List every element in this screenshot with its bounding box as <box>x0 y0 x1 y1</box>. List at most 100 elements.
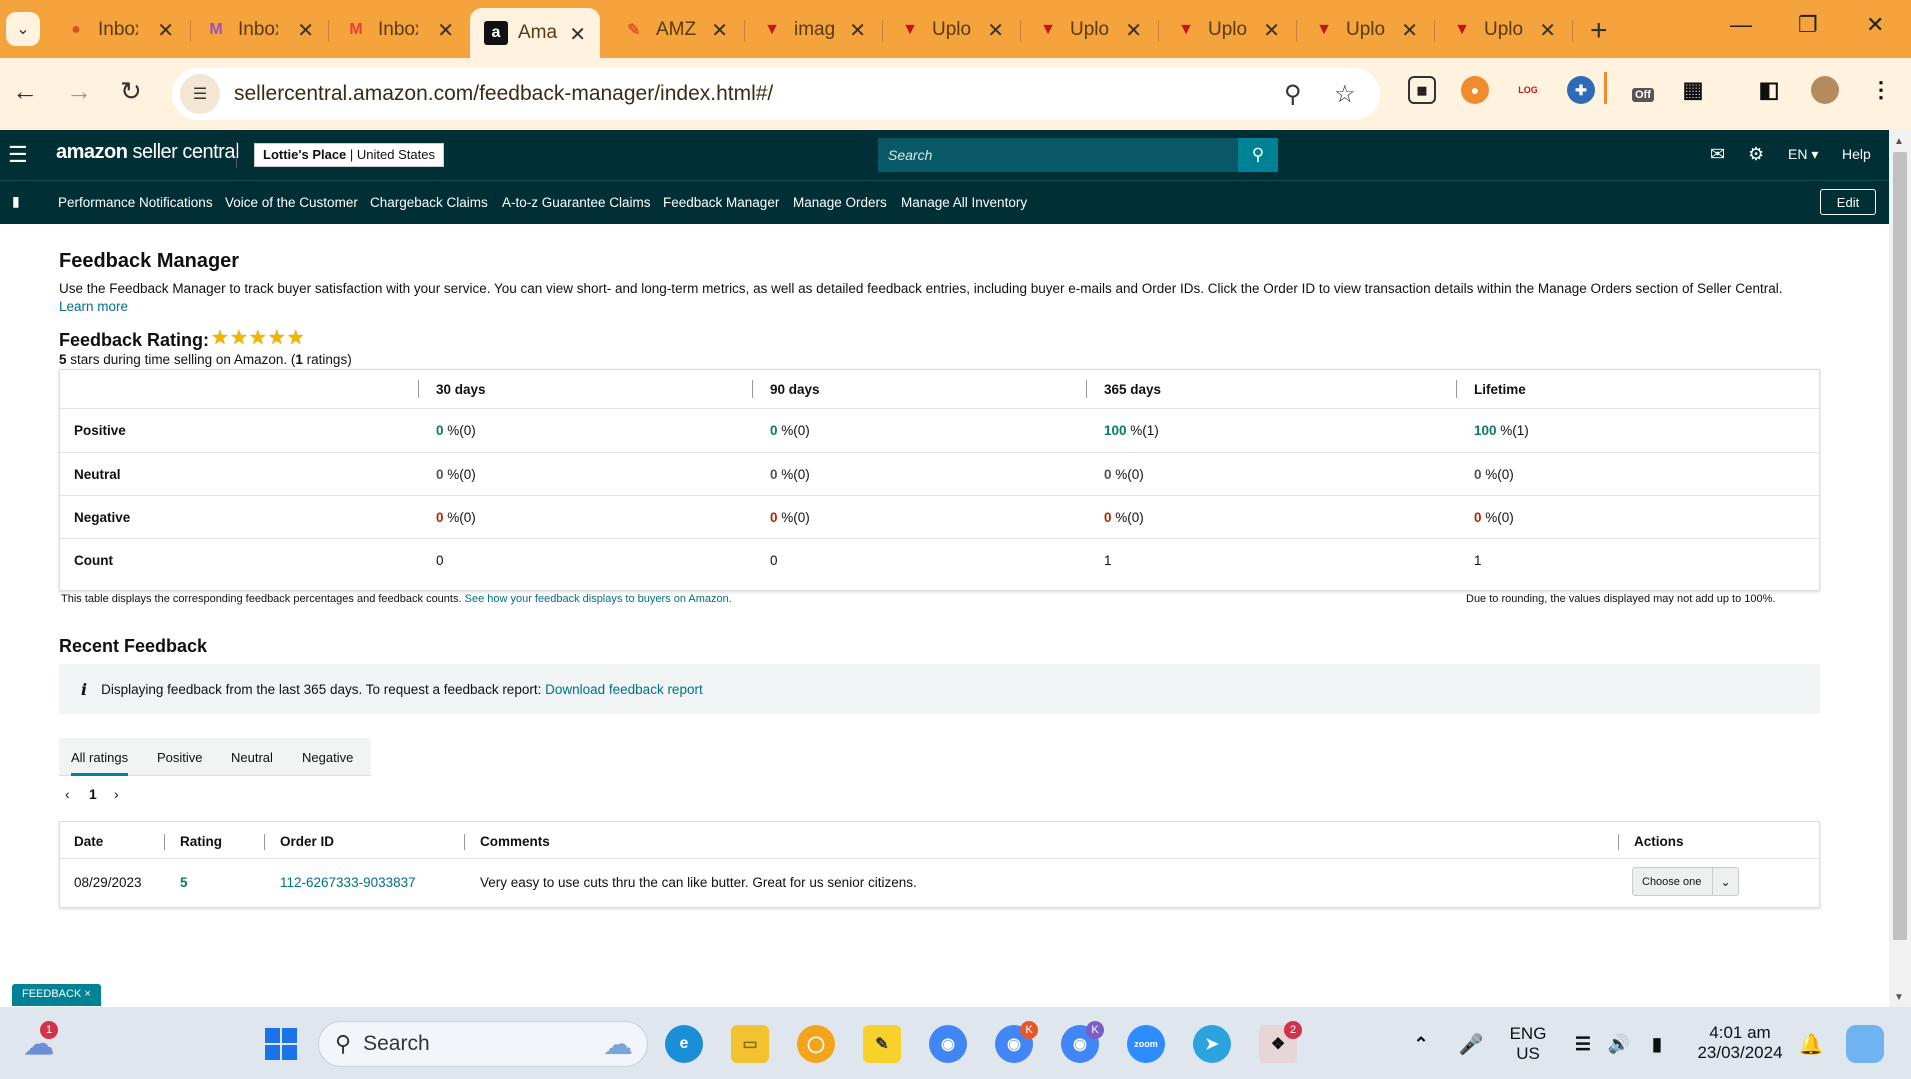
tab-amz[interactable]: ✎ AMZ ✕ <box>608 10 742 50</box>
close-icon[interactable]: ✕ <box>569 22 586 47</box>
gear-icon[interactable]: ⚙ <box>1748 144 1764 165</box>
extensions-puzzle-icon[interactable]: ▦ <box>1679 76 1707 104</box>
close-icon[interactable]: ✕ <box>1125 18 1142 43</box>
edge-icon[interactable]: e <box>665 1025 703 1063</box>
language-label: EN <box>1788 146 1808 162</box>
address-bar[interactable]: ☰ sellercentral.amazon.com/feedback-mana… <box>172 68 1380 120</box>
file-explorer-icon[interactable]: ▭ <box>731 1025 769 1063</box>
bookmark-star-icon[interactable]: ☆ <box>1334 80 1356 109</box>
close-icon[interactable]: ✕ <box>157 18 174 43</box>
nav-chargeback-claims[interactable]: Chargeback Claims <box>370 195 488 210</box>
extension-orange-icon[interactable]: ● <box>1461 76 1489 104</box>
nav-feedback-manager[interactable]: Feedback Manager <box>663 195 779 210</box>
tab-upload-3[interactable]: ▼ Upload ✕ <box>1160 10 1294 50</box>
tab-all-ratings[interactable]: All ratings <box>71 750 129 776</box>
chrome-icon[interactable]: ◉ <box>929 1025 967 1063</box>
extension-off-icon[interactable]: Off <box>1626 76 1654 104</box>
tab-inbox-3[interactable]: M Inbox ✕ <box>330 10 468 50</box>
edit-button[interactable]: Edit <box>1820 189 1876 215</box>
nav-manage-all-inventory[interactable]: Manage All Inventory <box>901 195 1027 210</box>
tab-upload-1[interactable]: ▼ Upload ✕ <box>884 10 1018 50</box>
tab-upload-4[interactable]: ▼ Upload ✕ <box>1298 10 1432 50</box>
windows-start-icon[interactable] <box>262 1025 300 1063</box>
nav-voice-of-the-customer[interactable]: Voice of the Customer <box>225 195 358 210</box>
learn-more-link[interactable]: Learn more <box>59 299 128 314</box>
vpn-shield-icon[interactable]: ◯ <box>797 1025 835 1063</box>
tab-search-chevron-icon[interactable]: ⌄ <box>6 12 40 46</box>
taskbar-search-input[interactable]: ⚲ Search ☁ <box>318 1021 648 1067</box>
window-close-icon[interactable]: ✕ <box>1866 12 1884 38</box>
close-icon[interactable]: ✕ <box>1401 18 1418 43</box>
next-page-icon[interactable]: › <box>114 786 119 802</box>
nav-a-to-z-claims[interactable]: A-to-z Guarantee Claims <box>502 195 651 210</box>
prev-page-icon[interactable]: ‹ <box>65 786 70 802</box>
close-icon[interactable]: ✕ <box>437 18 454 43</box>
microphone-icon[interactable]: 🎤 <box>1452 1025 1490 1063</box>
tray-chevron-up-icon[interactable]: ⌃ <box>1402 1025 1440 1063</box>
close-icon[interactable]: ✕ <box>849 18 866 43</box>
notification-bell-icon[interactable]: 🔔 <box>1792 1025 1830 1063</box>
copilot-icon[interactable] <box>1846 1025 1884 1063</box>
close-icon[interactable]: ✕ <box>1539 18 1556 43</box>
scroll-down-icon[interactable]: ▼ <box>1894 992 1904 1003</box>
rating-text-b: ratings) <box>306 352 352 367</box>
tab-image[interactable]: ▼ image ✕ <box>746 10 880 50</box>
search-input[interactable]: Search <box>878 138 1278 172</box>
search-button[interactable]: ⚲ <box>1238 138 1278 172</box>
url-text[interactable]: sellercentral.amazon.com/feedback-manage… <box>234 82 773 106</box>
close-icon[interactable]: ✕ <box>1263 18 1280 43</box>
feedback-display-link[interactable]: See how your feedback displays to buyers… <box>465 593 732 605</box>
site-settings-icon[interactable]: ☰ <box>180 74 220 114</box>
tab-upload-2[interactable]: ▼ Upload ✕ <box>1022 10 1156 50</box>
feedback-manager-page: Feedback Manager Use the Feedback Manage… <box>0 224 1889 1007</box>
nav-manage-orders[interactable]: Manage Orders <box>793 195 887 210</box>
tab-amazon-active[interactable]: a Amazon ✕ <box>470 8 600 58</box>
order-id-link[interactable]: 112-6267333-9033837 <box>280 875 416 890</box>
page-number[interactable]: 1 <box>89 786 97 802</box>
wifi-icon[interactable]: ☰ <box>1564 1025 1602 1063</box>
download-report-link[interactable]: Download feedback report <box>545 682 703 697</box>
extension-blue-icon[interactable]: ✚ <box>1567 76 1595 104</box>
tab-inbox-2[interactable]: M Inbox ✕ <box>190 10 328 50</box>
hamburger-menu-icon[interactable]: ☰ <box>8 142 28 168</box>
volume-icon[interactable]: 🔊 <box>1600 1025 1638 1063</box>
page-scrollbar[interactable]: ▲ ▼ <box>1889 130 1911 1007</box>
tab-positive[interactable]: Positive <box>157 750 203 765</box>
tab-negative[interactable]: Negative <box>302 750 353 765</box>
battery-icon[interactable]: ▮ <box>1638 1025 1676 1063</box>
nav-performance-notifications[interactable]: Performance Notifications <box>58 195 213 210</box>
extension-login-icon[interactable]: LOG <box>1514 76 1542 104</box>
zoom-icon[interactable]: ⚲ <box>1284 80 1302 109</box>
help-link[interactable]: Help <box>1842 146 1871 162</box>
close-icon[interactable]: ✕ <box>711 18 728 43</box>
forward-icon[interactable]: → <box>66 76 92 107</box>
close-icon[interactable]: ✕ <box>297 18 314 43</box>
back-icon[interactable]: ← <box>12 76 38 107</box>
store-selector[interactable]: Lottie's Place | United States <box>254 143 444 167</box>
close-icon[interactable]: ✕ <box>987 18 1004 43</box>
tab-upload-5[interactable]: ▼ Upload ✕ <box>1436 10 1570 50</box>
mail-icon[interactable]: ✉ <box>1710 144 1725 165</box>
clock[interactable]: 4:01 am 23/03/2024 <box>1692 1023 1788 1063</box>
minimize-icon[interactable]: — <box>1730 12 1752 38</box>
tab-neutral[interactable]: Neutral <box>231 750 273 765</box>
profile-avatar[interactable] <box>1811 76 1839 104</box>
actions-dropdown[interactable]: Choose one ⌄ <box>1632 867 1739 896</box>
new-tab-button[interactable]: + <box>1590 14 1608 48</box>
feedback-widget-button[interactable]: FEEDBACK × <box>12 984 101 1006</box>
qr-code-icon[interactable]: ▩ <box>1408 76 1436 104</box>
telegram-icon[interactable]: ➤ <box>1193 1025 1231 1063</box>
bookmark-icon[interactable]: ▮ <box>12 193 20 210</box>
tab-inbox-1[interactable]: ● Inbox ✕ <box>50 10 188 50</box>
menu-kebab-icon[interactable]: ⋮ <box>1867 76 1895 104</box>
zoom-app-icon[interactable]: zoom <box>1127 1025 1165 1063</box>
seller-central-logo[interactable]: amazon seller central <box>56 141 239 164</box>
restore-icon[interactable]: ❐ <box>1798 12 1818 38</box>
language-selector[interactable]: EN ▾ <box>1788 146 1818 163</box>
reload-icon[interactable]: ↻ <box>120 76 142 107</box>
sticky-notes-icon[interactable]: ✎ <box>863 1025 901 1063</box>
scroll-up-icon[interactable]: ▲ <box>1894 136 1904 147</box>
language-indicator[interactable]: ENG US <box>1506 1024 1550 1064</box>
side-panel-icon[interactable]: ◧ <box>1755 76 1783 104</box>
scrollbar-thumb[interactable] <box>1893 152 1907 940</box>
